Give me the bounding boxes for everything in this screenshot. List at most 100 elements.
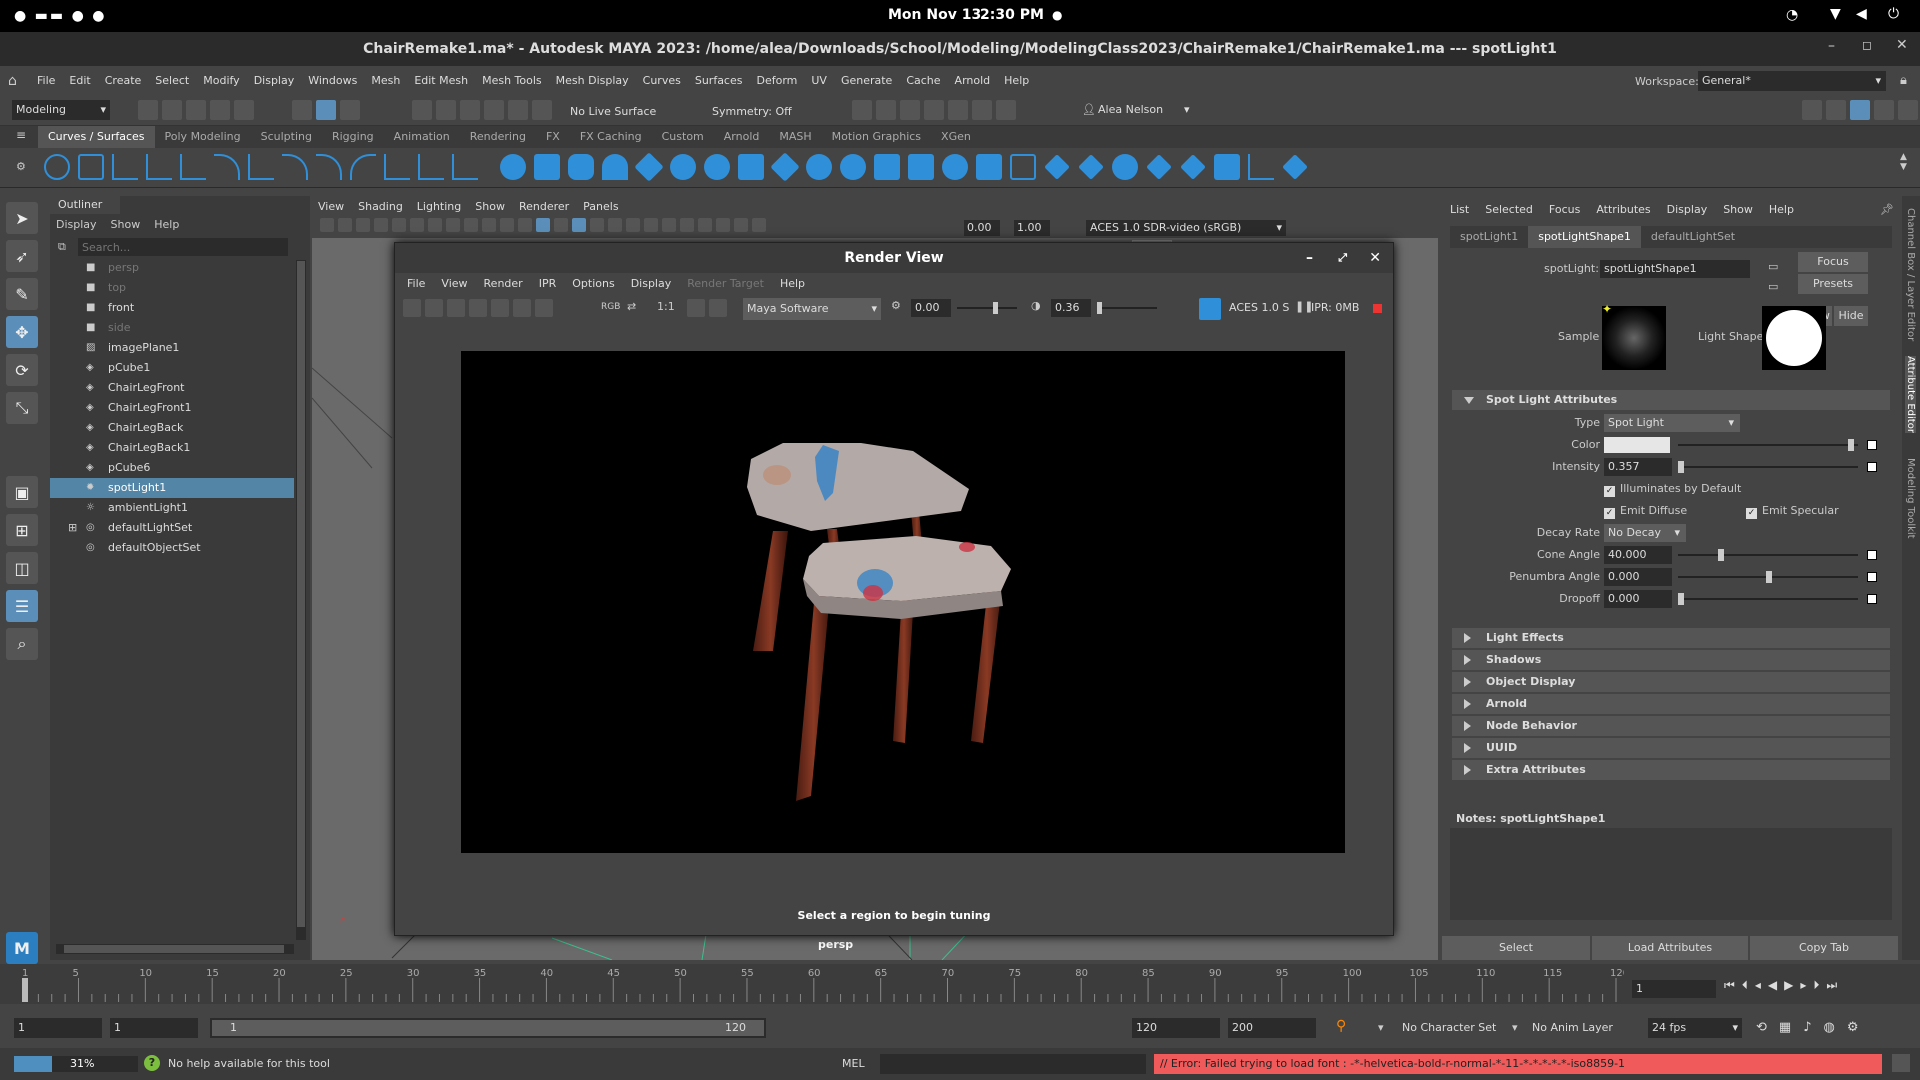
render-view-canvas[interactable] [395, 323, 1393, 913]
shelf-tab-animation[interactable]: Animation [384, 126, 460, 148]
menu-edit-mesh[interactable]: Edit Mesh [407, 66, 475, 96]
menu-display[interactable]: Display [247, 66, 302, 96]
system-time[interactable]: 2:30 PM [980, 7, 1044, 23]
channel-box-icon[interactable] [1850, 100, 1870, 120]
animation-prefs-icon[interactable]: ◍ [1824, 1020, 1847, 1035]
render-gamma-slider[interactable] [1097, 302, 1157, 314]
section-shadows[interactable]: Shadows [1452, 650, 1890, 670]
penumbra-angle-slider-knob[interactable] [1766, 571, 1772, 583]
shelf-gear-icon[interactable]: ⚙ [16, 160, 26, 173]
snap-grid-icon[interactable] [412, 100, 432, 120]
render-region-icon[interactable] [469, 299, 487, 317]
viewport-menu-lighting[interactable]: Lighting [417, 200, 461, 213]
attr-tab-defaultlightset[interactable]: defaultLightSet [1641, 226, 1745, 248]
render-icon[interactable] [852, 100, 872, 120]
color-management-icon[interactable] [1199, 298, 1221, 320]
menu-help[interactable]: Help [997, 66, 1036, 96]
attribute-editor-icon[interactable] [1826, 100, 1846, 120]
maximize-icon[interactable]: ⤢ [1338, 243, 1347, 273]
alpha-channel-icon[interactable]: ⇄ [627, 300, 636, 313]
section-uuid[interactable]: UUID [1452, 738, 1890, 758]
render-menu-file[interactable]: File [407, 277, 425, 290]
shelf-scroll-icon[interactable]: ▲ ▼ [1900, 152, 1907, 172]
real-size-button[interactable]: 1:1 [657, 300, 675, 313]
snap-point-icon[interactable] [460, 100, 480, 120]
outliner-layout-icon[interactable]: ☰ [6, 590, 38, 622]
intensity-map-icon[interactable] [1867, 462, 1877, 472]
focus-button[interactable]: Focus [1798, 252, 1868, 272]
wireframe-on-shaded-icon[interactable] [554, 218, 568, 232]
menu-modify[interactable]: Modify [196, 66, 246, 96]
rebuild-curve-icon[interactable] [452, 154, 478, 180]
outliner-item-imageplane1[interactable]: ▨ imagePlane1 [50, 338, 294, 358]
single-perspective-layout-icon[interactable]: ▣ [6, 476, 38, 508]
xray-icon[interactable] [716, 218, 730, 232]
attr-menu-selected[interactable]: Selected [1485, 203, 1533, 216]
align-surface-icon[interactable] [1179, 154, 1206, 180]
current-frame-field[interactable]: 1 [1632, 980, 1716, 998]
spot-light-attributes-section[interactable]: Spot Light Attributes [1452, 390, 1890, 410]
outliner-item-chairlegfront[interactable]: ◈ ChairLegFront [50, 378, 294, 398]
section-arnold[interactable]: Arnold [1452, 694, 1890, 714]
shelf-tab-poly-modeling[interactable]: Poly Modeling [155, 126, 251, 148]
power-icon[interactable]: ⏻ [1888, 6, 1899, 22]
viewport-menu-panels[interactable]: Panels [583, 200, 618, 213]
bookmark-icon[interactable] [356, 218, 370, 232]
outliner-menu-display[interactable]: Display [56, 218, 97, 231]
snap-surface-icon[interactable] [508, 100, 528, 120]
redo-icon[interactable] [234, 100, 254, 120]
cone-angle-slider-knob[interactable] [1718, 549, 1724, 561]
viewport-menu-shading[interactable]: Shading [358, 200, 403, 213]
four-view-layout-icon[interactable]: ⊞ [6, 514, 38, 546]
ipr-tune-icon[interactable] [491, 299, 509, 317]
snap-edge-icon[interactable] [532, 100, 552, 120]
penumbra-angle-field[interactable]: 0.000 [1604, 568, 1672, 586]
camera-attributes-icon[interactable] [338, 218, 352, 232]
cv-curve-icon[interactable] [112, 154, 138, 180]
rgb-channel-button[interactable]: RGB [601, 302, 620, 312]
trim-tool-icon[interactable] [975, 154, 1002, 180]
current-time-marker[interactable] [22, 978, 28, 1002]
outliner-vscrollbar[interactable] [296, 260, 306, 940]
settings-icon[interactable]: ⚙ [1847, 1020, 1871, 1035]
emit-specular-checkbox[interactable]: ✓ Emit Specular [1746, 500, 1839, 522]
intersect-icon[interactable] [907, 154, 934, 180]
viewport-menu-view[interactable]: View [318, 200, 344, 213]
shadows-icon[interactable] [608, 218, 622, 232]
render-exposure-field[interactable]: 0.00 [911, 299, 951, 317]
snapshot-icon[interactable] [447, 299, 465, 317]
shelf-tab-fx-caching[interactable]: FX Caching [570, 126, 652, 148]
birail-icon[interactable] [839, 154, 866, 180]
lock-icon[interactable]: 🔒︎ [1900, 73, 1907, 88]
tool-settings-icon[interactable] [1874, 100, 1894, 120]
render-exposure-slider[interactable] [957, 302, 1017, 314]
scene-start-field[interactable]: 1 [14, 1018, 102, 1038]
outliner-item-defaultlightset[interactable]: ⊞ ◎ defaultLightSet [50, 518, 294, 538]
detach-surface-icon[interactable] [1145, 154, 1172, 180]
shelf-tab-arnold[interactable]: Arnold [714, 126, 770, 148]
outliner-item-top[interactable]: ■ top [50, 278, 294, 298]
nurbs-plane-icon[interactable] [633, 152, 664, 182]
symmetry-label[interactable]: Symmetry: Off [712, 105, 792, 118]
attach-surface-icon[interactable] [1111, 154, 1138, 180]
maximize-icon[interactable]: ◻ [1862, 38, 1872, 52]
color-slider[interactable] [1678, 444, 1858, 446]
rebuild-surface-icon[interactable] [1281, 154, 1308, 180]
attr-menu-attributes[interactable]: Attributes [1596, 203, 1650, 216]
outliner-item-chairlegback1[interactable]: ◈ ChairLegBack1 [50, 438, 294, 458]
outliner-item-pcube6[interactable]: ◈ pCube6 [50, 458, 294, 478]
nurbs-torus-icon[interactable] [669, 154, 696, 180]
anim-layer-select[interactable]: No Anim Layer [1532, 1021, 1613, 1034]
menu-select[interactable]: Select [148, 66, 196, 96]
arc-icon[interactable] [214, 154, 240, 180]
nurbs-sphere-icon[interactable] [499, 154, 526, 180]
section-node-behavior[interactable]: Node Behavior [1452, 716, 1890, 736]
resolution-gate-icon[interactable] [428, 218, 442, 232]
system-date[interactable]: Mon Nov 13 [888, 7, 981, 23]
menu-uv[interactable]: UV [804, 66, 834, 96]
field-chart-icon[interactable] [464, 218, 478, 232]
penumbra-angle-map-icon[interactable] [1867, 572, 1877, 582]
outliner-menu-help[interactable]: Help [154, 218, 179, 231]
play-backward-icon[interactable]: ◀ [1768, 978, 1784, 992]
redo-render-icon[interactable] [403, 299, 421, 317]
